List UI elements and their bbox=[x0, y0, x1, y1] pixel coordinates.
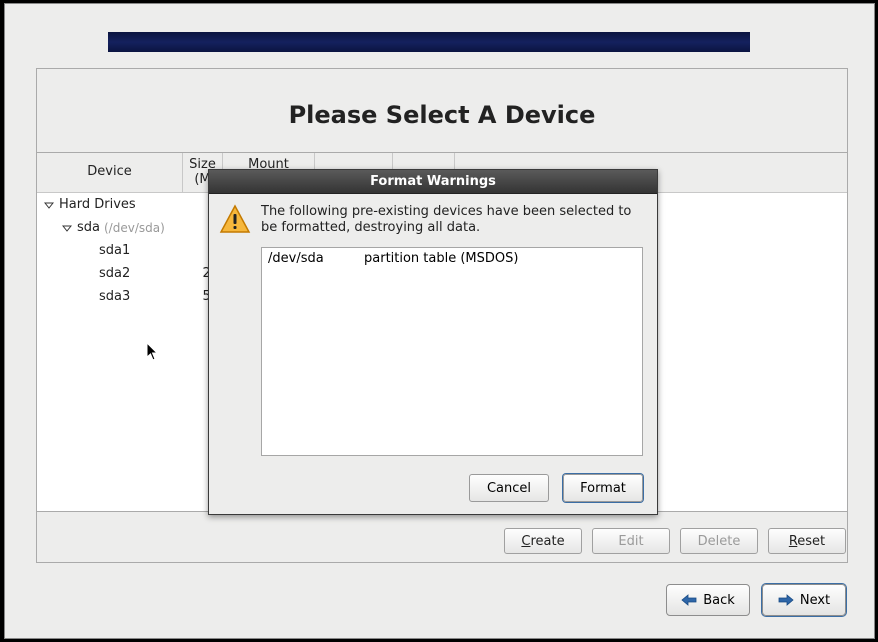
edit-button: Edit bbox=[592, 528, 670, 554]
dialog-title: Format Warnings bbox=[209, 170, 657, 194]
dialog-message: The following pre-existing devices have … bbox=[261, 204, 643, 237]
tree-root-label: Hard Drives bbox=[59, 197, 136, 212]
header-banner bbox=[108, 32, 750, 52]
dialog-device-list[interactable]: /dev/sda partition table (MSDOS) bbox=[261, 247, 643, 457]
dialog-button-row: Cancel Format bbox=[219, 466, 643, 502]
reset-button[interactable]: Reset bbox=[768, 528, 846, 554]
arrow-right-icon bbox=[778, 594, 794, 606]
create-button[interactable]: Create bbox=[504, 528, 582, 554]
next-button[interactable]: Next bbox=[762, 584, 846, 616]
cancel-button[interactable]: Cancel bbox=[469, 474, 549, 502]
back-button[interactable]: Back bbox=[666, 584, 750, 616]
warning-icon bbox=[219, 204, 251, 236]
format-button[interactable]: Format bbox=[563, 474, 643, 502]
chevron-down-icon[interactable] bbox=[43, 199, 55, 211]
disk-path: (/dev/sda) bbox=[104, 221, 165, 235]
format-warnings-dialog: Format Warnings The following pre-existi… bbox=[208, 169, 658, 515]
dialog-list-row[interactable]: /dev/sda partition table (MSDOS) bbox=[268, 251, 636, 266]
partition-name: sda1 bbox=[99, 243, 130, 258]
nav-button-row: Back Next bbox=[36, 580, 848, 620]
chevron-down-icon[interactable] bbox=[61, 222, 73, 234]
partition-name: sda3 bbox=[99, 289, 130, 304]
dialog-device-path: /dev/sda bbox=[268, 251, 364, 266]
arrow-left-icon bbox=[681, 594, 697, 606]
installer-window: Please Select A Device Device Size (M Mo… bbox=[4, 3, 875, 639]
th-device[interactable]: Device bbox=[37, 153, 183, 192]
panel-title: Please Select A Device bbox=[37, 101, 847, 129]
delete-button: Delete bbox=[680, 528, 758, 554]
action-button-row: Create Edit Delete Reset bbox=[36, 521, 848, 561]
partition-name: sda2 bbox=[99, 266, 130, 281]
disk-name: sda bbox=[77, 220, 100, 235]
dialog-device-detail: partition table (MSDOS) bbox=[364, 251, 518, 266]
dialog-body: The following pre-existing devices have … bbox=[209, 194, 657, 514]
